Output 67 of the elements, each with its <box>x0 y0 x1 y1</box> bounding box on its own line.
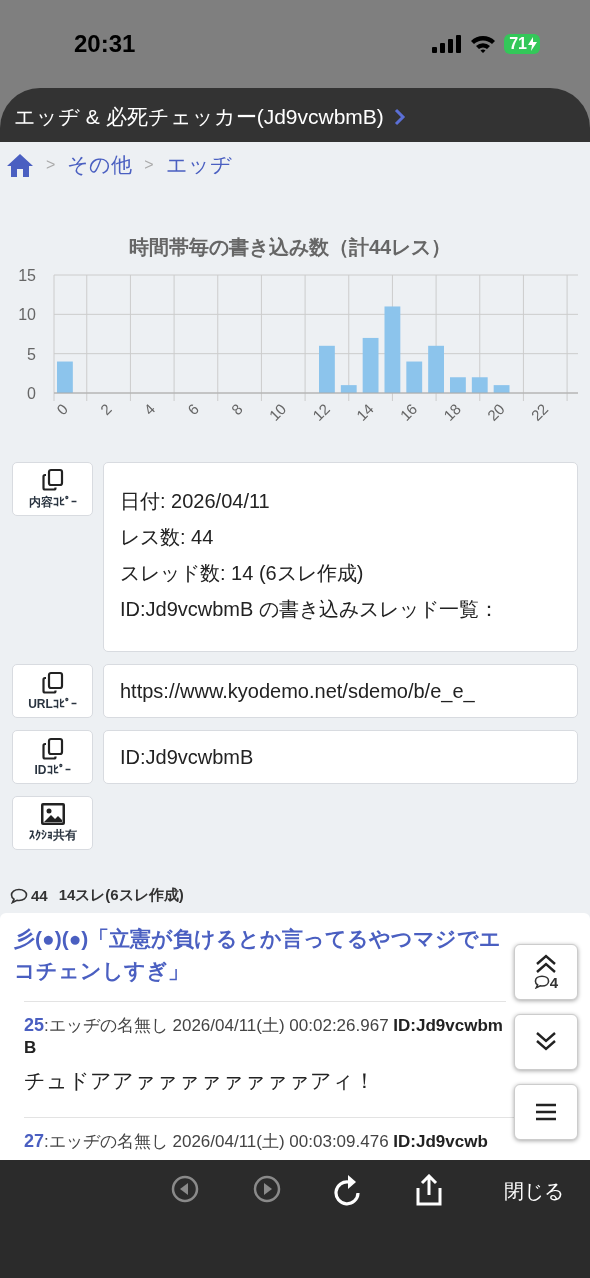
status-time: 20:31 <box>74 30 136 58</box>
summary-line: 日付: 2026/04/11 <box>120 489 270 514</box>
x-tick-label: 10 <box>265 400 290 424</box>
x-tick-label: 22 <box>527 400 552 424</box>
scroll-top-button[interactable]: 4 <box>514 944 578 1000</box>
post-header: 27:エッヂの名無し 2026/04/11(土) 00:03:09.476 ID:Jd9vcwb <box>24 1130 489 1153</box>
menu-button[interactable] <box>514 1084 578 1140</box>
chart-bar <box>362 337 379 393</box>
text-field[interactable]: https://www.kyodemo.net/sdemo/b/e_e_ <box>103 664 578 718</box>
chart-bar <box>340 385 357 393</box>
post-count: 44 <box>31 887 48 904</box>
chart-bar <box>57 361 73 393</box>
comment-icon <box>10 887 28 904</box>
breadcrumb-link[interactable]: その他 <box>67 151 133 179</box>
comment-icon <box>533 975 550 989</box>
x-tick-label: 8 <box>227 400 246 418</box>
x-tick-label: 2 <box>96 400 115 418</box>
x-tick-label: 6 <box>184 400 203 418</box>
chart-bar <box>319 345 335 393</box>
wifi-icon <box>470 34 497 54</box>
y-tick-label: 15 <box>18 267 36 284</box>
copy-button[interactable]: IDｺﾋﾟｰ <box>12 730 93 784</box>
chevron-right-icon <box>393 108 406 126</box>
close-button[interactable]: 閉じる <box>504 1174 564 1205</box>
post-header: 25:エッヂの名無し 2026/04/11(土) 00:02:26.967 ID:Jd9vcwbmB <box>24 1014 504 1059</box>
chart-bar <box>493 385 510 393</box>
post-body: チュドアアァァァァァァァァアィ！ <box>24 1068 376 1094</box>
thread-count: 14スレ(6スレ作成) <box>58 886 184 905</box>
breadcrumb-separator: > <box>144 156 154 174</box>
back-button[interactable] <box>170 1174 200 1204</box>
x-tick-label: 16 <box>396 400 421 424</box>
breadcrumb-link[interactable]: エッヂ <box>165 151 232 179</box>
x-tick-label: 18 <box>440 400 465 424</box>
y-tick-label: 10 <box>18 306 36 324</box>
image-icon <box>40 802 65 825</box>
x-tick-label: 20 <box>483 400 508 424</box>
y-tick-label: 0 <box>27 385 36 402</box>
copy-icon <box>40 467 65 492</box>
y-tick-label: 5 <box>27 345 36 363</box>
forward-button[interactable] <box>252 1174 282 1204</box>
copy-button[interactable]: URLｺﾋﾟｰ <box>12 664 93 718</box>
share-button[interactable] <box>416 1174 442 1206</box>
share-screenshot-button[interactable]: ｽｸｼｮ共有 <box>12 796 93 850</box>
x-tick-label: 0 <box>53 400 72 418</box>
text-field[interactable]: ID:Jd9vcwbmB <box>103 730 578 784</box>
chart-bar <box>406 361 423 393</box>
chart-title: 時間帯毎の書き込み数（計44レス） <box>128 236 452 258</box>
battery-indicator: 71 <box>504 34 540 54</box>
summary-line: レス数: 44 <box>120 525 214 550</box>
menu-icon <box>534 1102 558 1122</box>
scroll-bottom-button[interactable] <box>514 1014 578 1070</box>
chart-bar <box>428 345 444 393</box>
copy-icon <box>40 737 65 761</box>
x-tick-label: 4 <box>140 400 159 418</box>
summary-line: ID:Jd9vcwbmB の書き込みスレッド一覧： <box>120 597 499 622</box>
chart-bar <box>471 377 488 393</box>
chart-bar <box>450 377 466 393</box>
summary-line: スレッド数: 14 (6スレ作成) <box>120 561 364 586</box>
x-tick-label: 14 <box>352 400 377 424</box>
thread-title[interactable]: 彡(●)(●)「立憲が負けるとか言ってるやつマジでエコチェンしすぎ」 <box>14 923 510 987</box>
x-tick-label: 12 <box>309 400 334 424</box>
page-title[interactable]: エッヂ & 必死チェッカー(Jd9vcwbmB) <box>14 103 384 131</box>
breadcrumb-separator: > <box>46 156 56 174</box>
copy-icon <box>40 671 65 695</box>
signal-icon <box>432 35 463 53</box>
copy-button[interactable]: 内容ｺﾋﾟｰ <box>12 462 93 516</box>
home-icon[interactable] <box>6 153 34 177</box>
